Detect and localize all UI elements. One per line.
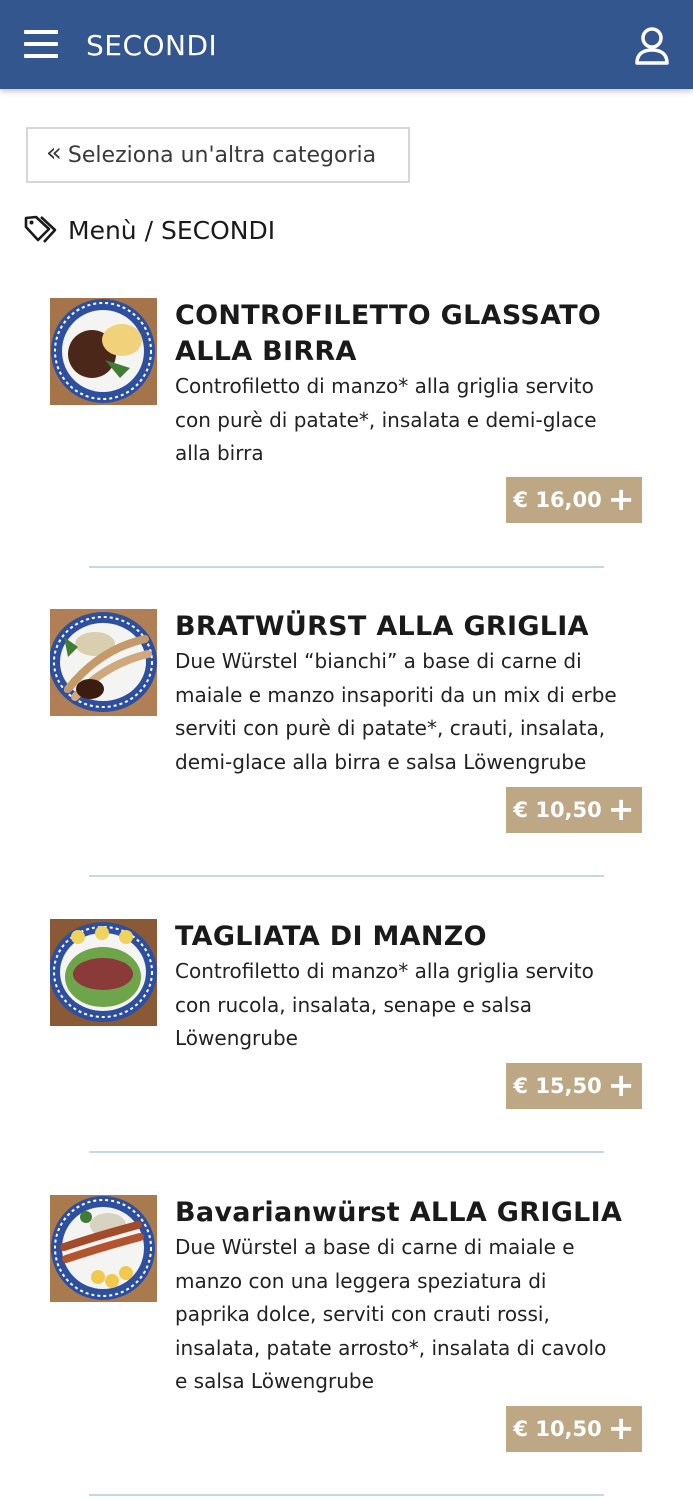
item-description: Due Würstel a base di carne di maiale e … bbox=[175, 1235, 607, 1393]
breadcrumb-text: Menù / SECONDI bbox=[68, 215, 276, 245]
price-label: € 10,50 bbox=[513, 798, 602, 822]
item-divider bbox=[89, 875, 604, 877]
add-to-cart-button[interactable]: € 15,50 + bbox=[506, 1063, 642, 1109]
add-to-cart-button[interactable]: € 10,50 + bbox=[506, 1406, 642, 1452]
item-divider bbox=[89, 1494, 604, 1496]
plus-icon: + bbox=[607, 790, 635, 828]
dish-photo bbox=[50, 298, 157, 405]
plus-icon: + bbox=[607, 1409, 635, 1447]
item-title: BRATWÜRST ALLA GRIGLIA bbox=[175, 611, 589, 642]
select-other-category-button[interactable]: « Seleziona un'altra categoria bbox=[26, 127, 410, 183]
dish-photo bbox=[50, 609, 157, 716]
double-chevron-left-icon: « bbox=[46, 138, 62, 168]
breadcrumb: Menù / SECONDI bbox=[24, 210, 275, 250]
item-description: Due Würstel “bianchi” a base di carne di… bbox=[175, 649, 617, 774]
item-description: Controfiletto di manzo* alla griglia ser… bbox=[175, 374, 597, 465]
item-title: CONTROFILETTO GLASSATO ALLA BIRRA bbox=[175, 300, 602, 367]
hamburger-menu-icon[interactable] bbox=[24, 30, 58, 60]
price-label: € 16,00 bbox=[513, 488, 602, 512]
page-title: SECONDI bbox=[86, 29, 218, 62]
item-title: Bavarianwürst ALLA GRIGLIA bbox=[175, 1197, 623, 1228]
add-to-cart-button[interactable]: € 16,00 + bbox=[506, 477, 642, 523]
dish-photo bbox=[50, 1195, 157, 1302]
add-to-cart-button[interactable]: € 10,50 + bbox=[506, 787, 642, 833]
tags-icon bbox=[24, 215, 57, 243]
price-label: € 10,50 bbox=[513, 1417, 602, 1441]
item-divider bbox=[89, 1151, 604, 1153]
top-bar: SECONDI bbox=[0, 0, 693, 89]
plus-icon: + bbox=[607, 1066, 635, 1104]
back-button-label: Seleziona un'altra categoria bbox=[67, 142, 377, 168]
item-title: TAGLIATA DI MANZO bbox=[175, 921, 487, 952]
item-divider bbox=[89, 566, 604, 568]
dish-photo bbox=[50, 919, 157, 1026]
plus-icon: + bbox=[607, 480, 635, 518]
user-icon[interactable] bbox=[634, 26, 670, 66]
price-label: € 15,50 bbox=[513, 1074, 602, 1098]
item-description: Controfiletto di manzo* alla griglia ser… bbox=[175, 959, 594, 1050]
